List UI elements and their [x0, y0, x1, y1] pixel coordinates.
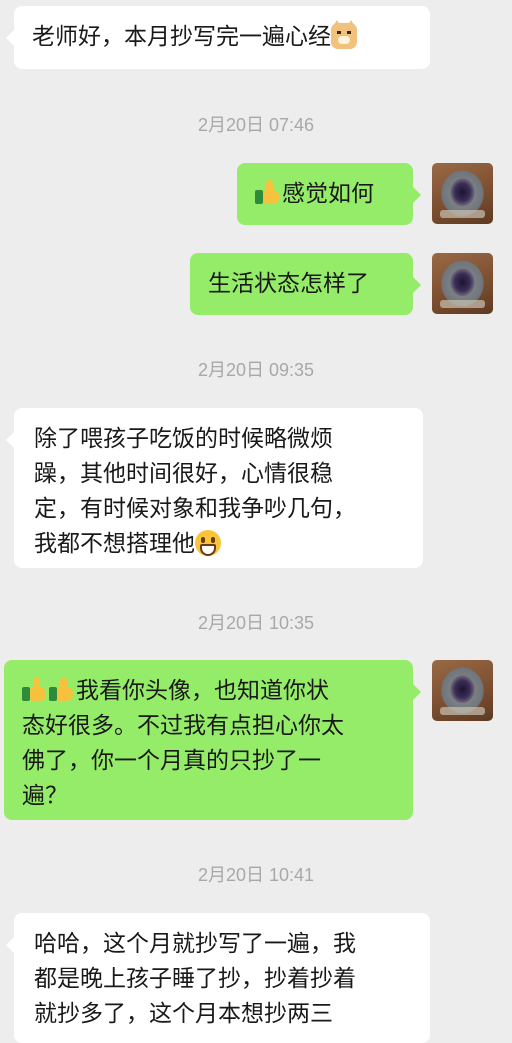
outgoing-message[interactable]: 我看你头像，也知道你状 态好很多。不过我有点担心你太 佛了，你一个月真的只抄了一… — [4, 660, 421, 820]
message-text: 感觉如何 — [282, 181, 374, 207]
incoming-message[interactable]: 老师好，本月抄写完一遍心经 — [6, 6, 430, 69]
outgoing-message[interactable]: 感觉如何 — [237, 163, 421, 225]
message-text: 哈哈，这个月就抄写了一遍，我 都是晚上孩子睡了抄，抄着抄着 就抄多了，这个月本想… — [34, 931, 356, 1027]
thumbs-up-emoji-icon — [22, 677, 48, 701]
grin-emoji-icon — [195, 530, 221, 556]
doge-emoji-icon — [331, 20, 357, 49]
thumbs-up-emoji-icon — [255, 180, 281, 204]
user-avatar[interactable] — [432, 660, 493, 721]
timestamp: 2月20日 10:41 — [197, 865, 315, 885]
user-avatar[interactable] — [432, 163, 493, 224]
outgoing-message[interactable]: 生活状态怎样了 — [190, 253, 421, 315]
user-avatar[interactable] — [432, 253, 493, 314]
message-text: 生活状态怎样了 — [208, 271, 369, 297]
thumbs-up-emoji-icon — [49, 677, 75, 701]
message-text: 老师好，本月抄写完一遍心经 — [32, 24, 331, 50]
timestamp: 2月20日 10:35 — [197, 613, 315, 633]
incoming-message[interactable]: 除了喂孩子吃饭的时候略微烦 躁，其他时间很好，心情很稳 定，有时候对象和我争吵几… — [6, 408, 423, 568]
timestamp: 2月20日 07:46 — [197, 115, 315, 135]
timestamp: 2月20日 09:35 — [197, 360, 315, 380]
